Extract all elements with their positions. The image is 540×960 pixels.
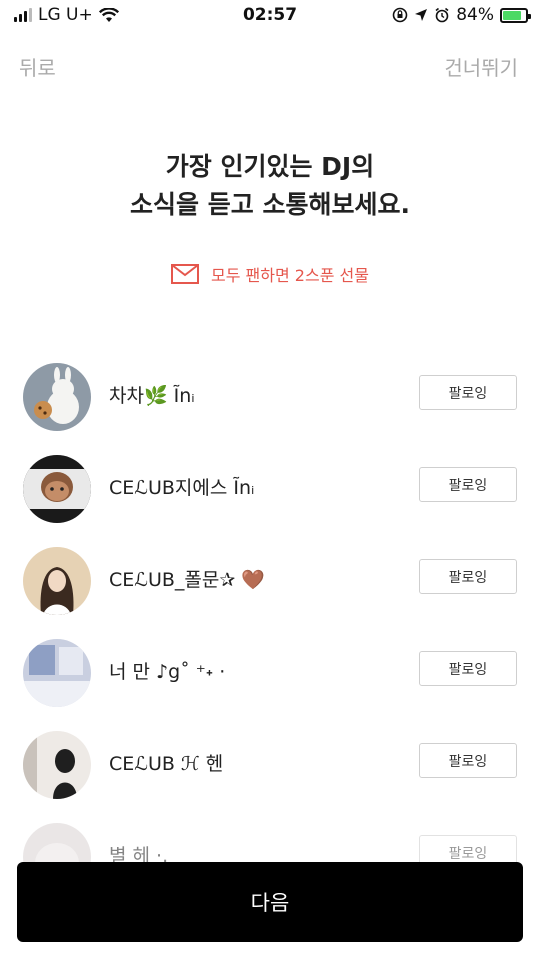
dj-row: 차차🌿 Ĩnᵢ 팔로잉 xyxy=(0,357,540,449)
alarm-icon xyxy=(435,7,449,23)
page-title: 가장 인기있는 DJ의 소식을 듣고 소통해보세요. xyxy=(0,148,540,224)
avatar[interactable] xyxy=(23,731,91,799)
following-button[interactable]: 팔로잉 xyxy=(419,375,517,410)
status-bar: LG U+ 02:57 84% xyxy=(0,0,540,32)
following-button[interactable]: 팔로잉 xyxy=(419,467,517,502)
dj-name: CEℒUB ℋ 헨 xyxy=(109,753,224,775)
dj-row: CEℒUB지에스 Ĩnᵢ 팔로잉 xyxy=(0,449,540,541)
battery-percent: 84% xyxy=(456,5,494,25)
dj-row: CEℒUB_폴문✰ 🤎 팔로잉 xyxy=(0,541,540,633)
battery-icon xyxy=(500,7,531,23)
location-icon xyxy=(415,9,428,21)
promo-banner: 모두 팬하면 2스푼 선물 xyxy=(0,262,540,286)
avatar[interactable] xyxy=(23,363,91,431)
promo-text: 모두 팬하면 2스푼 선물 xyxy=(211,266,369,285)
skip-button[interactable]: 건너뛰기 xyxy=(444,52,518,81)
following-button[interactable]: 팔로잉 xyxy=(419,743,517,778)
status-bar-right: 84% xyxy=(392,5,531,25)
dj-row: CEℒUB ℋ 헨 팔로잉 xyxy=(0,725,540,817)
rotation-lock-icon xyxy=(392,7,408,23)
page-title-line-1: 가장 인기있는 DJ의 xyxy=(165,152,375,181)
avatar[interactable] xyxy=(23,547,91,615)
next-button[interactable]: 다음 xyxy=(17,862,523,942)
dj-row: 너 만 ♪ց˚ ⁺˖ · 팔로잉 xyxy=(0,633,540,725)
envelope-icon xyxy=(171,264,200,284)
following-button[interactable]: 팔로잉 xyxy=(419,651,517,686)
following-button[interactable]: 팔로잉 xyxy=(419,559,517,594)
avatar[interactable] xyxy=(23,455,91,523)
back-button[interactable]: 뒤로 xyxy=(19,52,56,81)
page-title-line-2: 소식을 듣고 소통해보세요. xyxy=(130,190,410,219)
dj-name: 차차🌿 Ĩnᵢ xyxy=(109,385,195,407)
avatar[interactable] xyxy=(23,639,91,707)
dj-name: CEℒUB지에스 Ĩnᵢ xyxy=(109,477,255,499)
dj-list: 차차🌿 Ĩnᵢ 팔로잉 CEℒUB지에스 Ĩnᵢ 팔로잉 CEℒUB_폴문✰ 🤎 xyxy=(0,357,540,909)
dj-name: 너 만 ♪ց˚ ⁺˖ · xyxy=(109,661,226,683)
dj-name: CEℒUB_폴문✰ 🤎 xyxy=(109,569,265,591)
